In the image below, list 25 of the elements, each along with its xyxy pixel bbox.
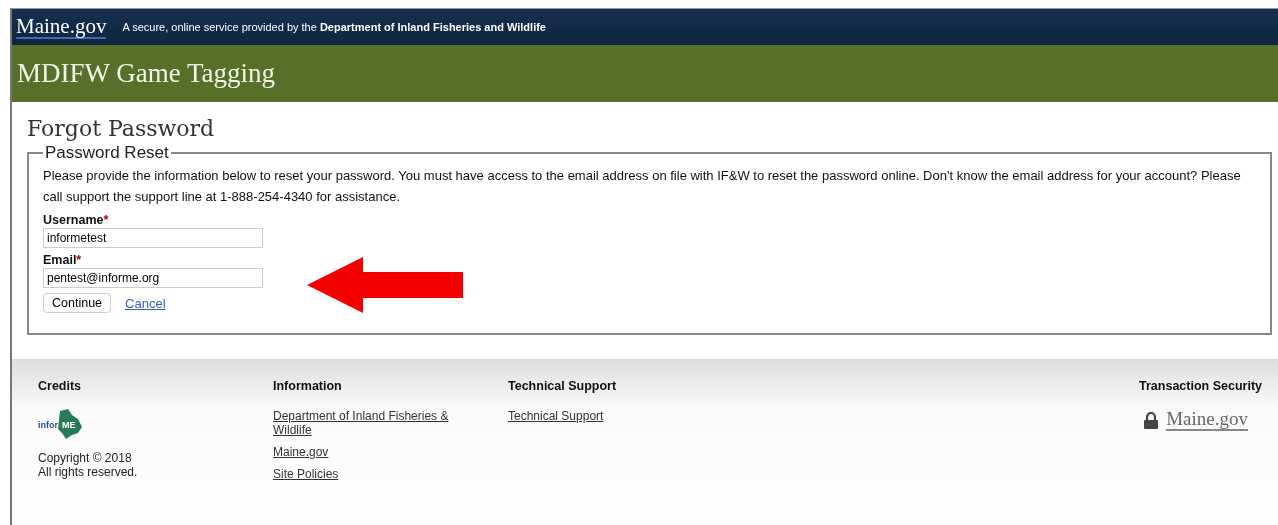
footer-link[interactable]: Maine.gov [273, 445, 473, 459]
field-label: Email* [43, 253, 83, 267]
copyright-text: All rights reserved. [38, 465, 139, 479]
instructions-text: Please provide the information below to reset your password. You must have access to the email address on file with IF&W to reset the password online. Don't know the email address for your account? Please call support the support line at 1-888-254-4340 for assistance. [43, 167, 1242, 206]
page-title: Forgot Password [27, 116, 216, 141]
footer-link[interactable]: Technical Support [508, 409, 708, 423]
panel-legend: Password Reset [43, 143, 171, 163]
maine-gov-logo[interactable]: Maine.gov [1166, 409, 1248, 431]
footer-link[interactable]: Site Policies [273, 467, 473, 481]
site-title: MDIFW Game Tagging [17, 58, 276, 89]
footer-heading: Credits [38, 379, 83, 393]
footer-link[interactable]: Department of Inland Fisheries & Wildlife [273, 409, 473, 437]
continue-button[interactable]: Continue [43, 293, 112, 313]
cancel-link[interactable]: Cancel [125, 295, 166, 311]
tagline: A secure, online service provided by the Department of Inland Fisheries and Wildlife [122, 21, 546, 33]
input-field[interactable]: pentest@informe.org [43, 268, 263, 288]
copyright-text: Copyright © 2018 [38, 451, 133, 465]
arrow-icon [307, 257, 463, 313]
footer-heading: Information [273, 379, 343, 393]
lock-icon [1144, 411, 1159, 429]
maine-gov-logo[interactable]: Maine.gov [16, 15, 107, 39]
footer-heading: Transaction Security [1139, 379, 1262, 393]
field-label: Username* [43, 213, 110, 227]
input-field[interactable]: informetest [43, 228, 263, 248]
footer-heading: Technical Support [508, 379, 618, 393]
